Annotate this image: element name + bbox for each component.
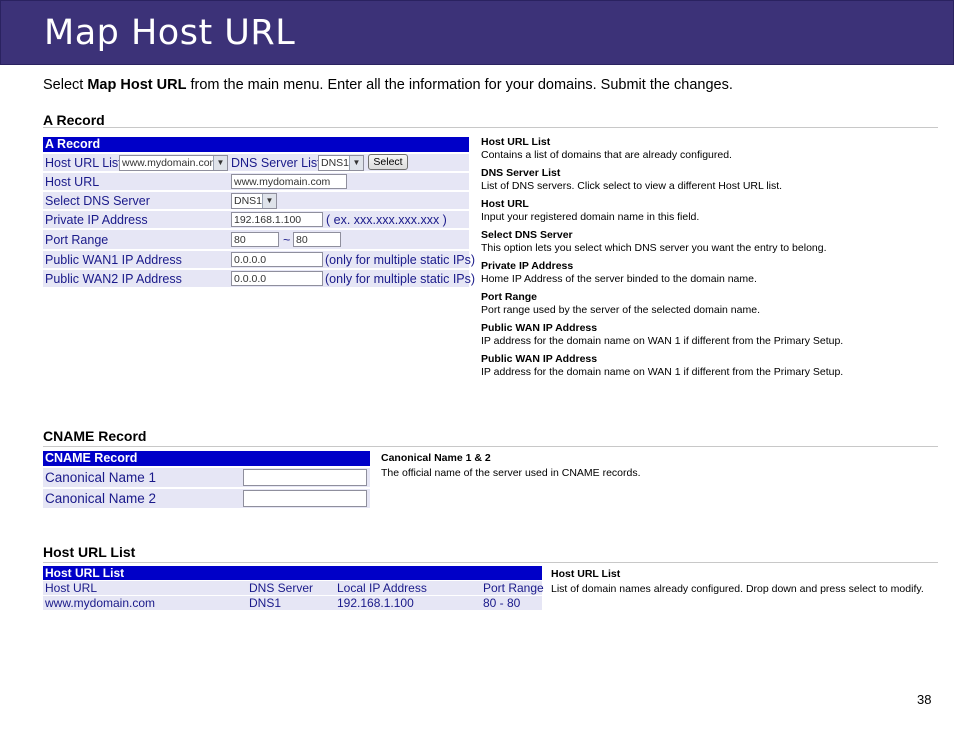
section-divider bbox=[43, 562, 938, 563]
cname-form: CNAME Record Canonical Name 1 Canonical … bbox=[43, 451, 370, 509]
a-record-form: A Record Host URL List www.mydomain.com … bbox=[43, 137, 475, 289]
host-url-input[interactable]: www.mydomain.com bbox=[231, 174, 347, 189]
desc-text: Contains a list of domains that are alre… bbox=[481, 149, 732, 161]
page-header: Map Host URL bbox=[0, 0, 954, 65]
select-dns-row: Select DNS Server DNS1 ▼ bbox=[43, 190, 469, 209]
port-from-input[interactable]: 80 bbox=[231, 232, 279, 247]
desc-text: List of DNS servers. Click select to vie… bbox=[481, 180, 783, 192]
page-number: 38 bbox=[917, 692, 932, 707]
desc-term: Port Range bbox=[481, 291, 538, 303]
table-row: www.mydomain.com DNS1 192.168.1.100 80 -… bbox=[43, 595, 542, 610]
host-url-label: Host URL bbox=[45, 175, 100, 189]
intro-pre: Select bbox=[43, 77, 88, 93]
a-record-section-title: A Record bbox=[43, 112, 105, 128]
private-ip-label: Private IP Address bbox=[45, 213, 148, 227]
desc-term: Canonical Name 1 & 2 bbox=[381, 452, 491, 464]
host-url-list-select[interactable]: www.mydomain.com ▼ bbox=[119, 155, 228, 171]
dns-server-list-label: DNS Server List bbox=[231, 156, 321, 170]
wan2-hint: (only for multiple static IPs) bbox=[325, 272, 476, 286]
port-range-label: Port Range bbox=[45, 233, 109, 247]
wan2-input[interactable]: 0.0.0.0 bbox=[231, 271, 323, 286]
host-url-table-title: Host URL List bbox=[43, 566, 542, 580]
a-record-form-title: A Record bbox=[43, 137, 469, 152]
desc-term: Host URL bbox=[481, 198, 529, 210]
private-ip-hint: ( ex. xxx.xxx.xxx.xxx ) bbox=[326, 213, 447, 227]
host-url-row: Host URL www.mydomain.com bbox=[43, 171, 469, 190]
private-ip-input[interactable]: 192.168.1.100 bbox=[231, 212, 323, 227]
port-separator: ~ bbox=[283, 233, 291, 247]
column-header: Port Range bbox=[483, 581, 544, 595]
section-divider bbox=[43, 446, 938, 447]
canonical-name-1-label: Canonical Name 1 bbox=[45, 470, 157, 485]
canonical-name-2-input[interactable] bbox=[243, 490, 367, 507]
desc-term: Private IP Address bbox=[481, 260, 574, 272]
host-url-table: Host URL List Host URL DNS Server Local … bbox=[43, 566, 544, 610]
desc-term: Public WAN IP Address bbox=[481, 353, 598, 365]
host-url-list-row: Host URL List www.mydomain.com ▼ DNS Ser… bbox=[43, 152, 469, 171]
desc-term: Select DNS Server bbox=[481, 229, 573, 241]
table-cell: 80 - 80 bbox=[483, 596, 521, 610]
wan1-input[interactable]: 0.0.0.0 bbox=[231, 252, 323, 267]
desc-term: DNS Server List bbox=[481, 167, 561, 179]
table-cell: 192.168.1.100 bbox=[337, 596, 414, 610]
wan1-row: Public WAN1 IP Address 0.0.0.0 (only for… bbox=[43, 249, 475, 268]
host-list-section-title: Host URL List bbox=[43, 544, 136, 560]
desc-text: This option lets you select which DNS se… bbox=[481, 242, 827, 254]
intro-post: from the main menu. Enter all the inform… bbox=[186, 77, 733, 93]
wan2-row: Public WAN2 IP Address 0.0.0.0 (only for… bbox=[43, 268, 475, 287]
desc-text: List of domain names already configured.… bbox=[551, 583, 924, 595]
cname-description: Canonical Name 1 & 2 The official name o… bbox=[381, 452, 781, 480]
table-header-row: Host URL DNS Server Local IP Address Por… bbox=[43, 580, 544, 595]
desc-text: IP address for the domain name on WAN 1 … bbox=[481, 366, 844, 378]
host-url-list-label: Host URL List bbox=[45, 156, 122, 170]
section-divider bbox=[43, 127, 938, 128]
desc-text: The official name of the server used in … bbox=[381, 467, 641, 479]
desc-term: Public WAN IP Address bbox=[481, 322, 598, 334]
desc-text: Port range used by the server of the sel… bbox=[481, 304, 760, 316]
a-record-descriptions: Host URL List Contains a list of domains… bbox=[481, 136, 941, 384]
host-url-list-value: www.mydomain.com bbox=[122, 157, 219, 169]
chevron-down-icon: ▼ bbox=[262, 194, 276, 208]
column-header: Local IP Address bbox=[337, 581, 427, 595]
wan1-label: Public WAN1 IP Address bbox=[45, 253, 182, 267]
dns-server-list-select[interactable]: DNS1 ▼ bbox=[318, 155, 364, 171]
canonical-name-2-row: Canonical Name 2 bbox=[43, 487, 370, 508]
chevron-down-icon: ▼ bbox=[349, 156, 363, 170]
host-list-description: Host URL List List of domain names alrea… bbox=[551, 568, 946, 596]
desc-text: IP address for the domain name on WAN 1 … bbox=[481, 335, 844, 347]
port-range-row: Port Range 80 ~ 80 bbox=[43, 228, 469, 249]
cname-form-title: CNAME Record bbox=[43, 451, 370, 466]
column-header: DNS Server bbox=[249, 581, 314, 595]
table-cell: DNS1 bbox=[249, 596, 282, 610]
select-dns-label: Select DNS Server bbox=[45, 194, 150, 208]
private-ip-row: Private IP Address 192.168.1.100 ( ex. x… bbox=[43, 209, 469, 228]
cname-section-title: CNAME Record bbox=[43, 428, 147, 444]
desc-text: Home IP Address of the server binded to … bbox=[481, 273, 757, 285]
column-header: Host URL bbox=[45, 581, 98, 595]
page-title: Map Host URL bbox=[44, 13, 296, 53]
intro-text: Select Map Host URL from the main menu. … bbox=[43, 77, 733, 93]
canonical-name-2-label: Canonical Name 2 bbox=[45, 491, 157, 506]
canonical-name-1-row: Canonical Name 1 bbox=[43, 466, 370, 487]
port-to-input[interactable]: 80 bbox=[293, 232, 341, 247]
dns-server-list-value: DNS1 bbox=[321, 157, 350, 169]
desc-term: Host URL List bbox=[551, 568, 621, 580]
desc-text: Input your registered domain name in thi… bbox=[481, 211, 700, 223]
chevron-down-icon: ▼ bbox=[213, 156, 227, 170]
wan2-label: Public WAN2 IP Address bbox=[45, 272, 182, 286]
desc-term: Host URL List bbox=[481, 136, 551, 148]
intro-bold: Map Host URL bbox=[87, 77, 187, 93]
select-button[interactable]: Select bbox=[368, 154, 408, 170]
table-cell: www.mydomain.com bbox=[45, 596, 156, 610]
canonical-name-1-input[interactable] bbox=[243, 469, 367, 486]
wan1-hint: (only for multiple static IPs) bbox=[325, 253, 476, 267]
select-dns-select[interactable]: DNS1 ▼ bbox=[231, 193, 277, 209]
select-dns-value: DNS1 bbox=[234, 195, 263, 207]
